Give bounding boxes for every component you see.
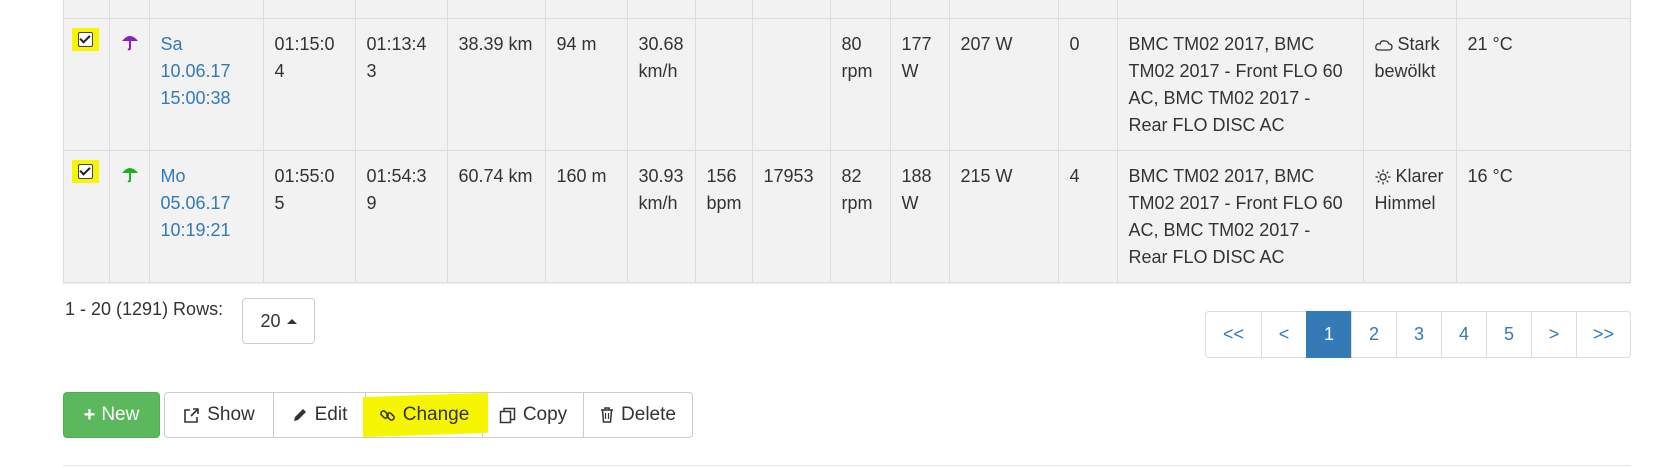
pencil-icon bbox=[292, 407, 308, 423]
normalized-power-cell: 215 W bbox=[949, 150, 1059, 282]
page-prev-button[interactable]: < bbox=[1261, 311, 1307, 358]
page-next-button[interactable]: > bbox=[1531, 311, 1577, 358]
power-cell: 177 W bbox=[890, 18, 950, 151]
date-day: Mo bbox=[160, 165, 186, 186]
sport-cell bbox=[109, 18, 150, 151]
equipment-cell: BMC TM02 2017, BMC TM02 2017 - Front FLO… bbox=[1117, 150, 1364, 282]
date-time: 10:19:21 bbox=[160, 219, 231, 240]
extra-cell: 17953 bbox=[752, 150, 831, 282]
page-last-button[interactable]: >> bbox=[1576, 311, 1631, 358]
page-2-button[interactable]: 2 bbox=[1351, 311, 1397, 358]
umbrella-icon bbox=[121, 33, 139, 51]
date-cell: Mo 05.06.17 10:19:21 bbox=[149, 150, 264, 282]
cloud-icon bbox=[1374, 39, 1393, 51]
speed-cell: 30.93 km/h bbox=[627, 150, 696, 282]
sun-icon bbox=[1375, 169, 1391, 185]
normalized-power-cell: 207 W bbox=[949, 18, 1059, 151]
row-select-cell bbox=[64, 18, 110, 151]
date-value: 05.06.17 bbox=[160, 192, 231, 213]
trash-icon bbox=[600, 407, 614, 423]
copy-icon bbox=[499, 407, 516, 424]
cadence-cell: 80 rpm bbox=[830, 18, 891, 151]
new-button[interactable]: + New bbox=[63, 392, 160, 438]
speed-cell: 30.68 km/h bbox=[627, 18, 696, 151]
distance-cell: 60.74 km bbox=[447, 150, 546, 282]
plus-icon: + bbox=[83, 403, 96, 426]
edit-button[interactable]: Edit bbox=[273, 392, 366, 438]
temperature-cell: 21 °C bbox=[1456, 18, 1630, 151]
table-row-partial bbox=[64, 0, 1630, 19]
count-cell: 0 bbox=[1058, 18, 1118, 151]
total-time-cell: 01:15:04 bbox=[263, 18, 356, 151]
page-first-button[interactable]: << bbox=[1205, 311, 1262, 358]
page-1-button[interactable]: 1 bbox=[1306, 311, 1352, 358]
sport-cell bbox=[109, 150, 150, 282]
total-time-cell: 01:55:05 bbox=[263, 150, 356, 282]
show-button[interactable]: Show bbox=[164, 392, 274, 438]
temperature-cell: 16 °C bbox=[1456, 150, 1630, 282]
weather-cell: Stark bewölkt bbox=[1363, 18, 1457, 151]
highlight-marker bbox=[72, 27, 99, 51]
date-time: 15:00:38 bbox=[160, 87, 231, 108]
moving-time-cell: 01:54:39 bbox=[355, 150, 448, 282]
distance-cell: 38.39 km bbox=[447, 18, 546, 151]
delete-button[interactable]: Delete bbox=[583, 392, 693, 438]
activity-date-link[interactable]: Sa 10.06.17 15:00:38 bbox=[161, 34, 231, 108]
divider bbox=[63, 465, 1631, 466]
highlight-marker bbox=[72, 159, 99, 183]
activity-date-link[interactable]: Mo 05.06.17 10:19:21 bbox=[161, 166, 231, 240]
rows-per-page-select[interactable]: 20 bbox=[242, 298, 315, 344]
row-select-cell bbox=[64, 150, 110, 282]
page-3-button[interactable]: 3 bbox=[1396, 311, 1442, 358]
row-checkbox[interactable] bbox=[78, 163, 93, 179]
heartrate-cell: 156 bpm bbox=[695, 150, 753, 282]
page-4-button[interactable]: 4 bbox=[1441, 311, 1487, 358]
table-row[interactable]: Sa 10.06.17 15:00:38 01:15:04 01:13:43 3… bbox=[64, 18, 1630, 151]
action-button-group: Show Edit Change Copy Delete bbox=[164, 392, 693, 438]
copy-button[interactable]: Copy bbox=[482, 392, 584, 438]
elevation-cell: 160 m bbox=[545, 150, 628, 282]
row-checkbox[interactable] bbox=[78, 31, 93, 47]
page-5-button[interactable]: 5 bbox=[1486, 311, 1532, 358]
date-cell: Sa 10.06.17 15:00:38 bbox=[149, 18, 264, 151]
change-button[interactable]: Change bbox=[365, 392, 483, 438]
power-cell: 188 W bbox=[890, 150, 950, 282]
extra-cell bbox=[752, 18, 831, 151]
activities-table-container: Sa 10.06.17 15:00:38 01:15:04 01:13:43 3… bbox=[63, 0, 1631, 283]
row-range-text: 1 - 20 (1291) Rows: bbox=[65, 299, 224, 319]
weather-cell: Klarer Himmel bbox=[1363, 150, 1457, 282]
cadence-cell: 82 rpm bbox=[830, 150, 891, 282]
heartrate-cell bbox=[695, 18, 753, 151]
table-row[interactable]: Mo 05.06.17 10:19:21 01:55:05 01:54:39 6… bbox=[64, 150, 1630, 282]
equipment-cell: BMC TM02 2017, BMC TM02 2017 - Front FLO… bbox=[1117, 18, 1364, 151]
pagination: << < 1 2 3 4 5 > >> bbox=[1205, 311, 1631, 358]
moving-time-cell: 01:13:43 bbox=[355, 18, 448, 151]
elevation-cell: 94 m bbox=[545, 18, 628, 151]
caret-up-icon bbox=[286, 318, 297, 324]
link-icon bbox=[379, 407, 396, 424]
date-value: 10.06.17 bbox=[160, 60, 231, 81]
count-cell: 4 bbox=[1058, 150, 1118, 282]
activities-table: Sa 10.06.17 15:00:38 01:15:04 01:13:43 3… bbox=[64, 0, 1630, 282]
date-day: Sa bbox=[160, 33, 183, 54]
external-link-icon bbox=[183, 407, 200, 424]
umbrella-icon bbox=[121, 165, 139, 183]
